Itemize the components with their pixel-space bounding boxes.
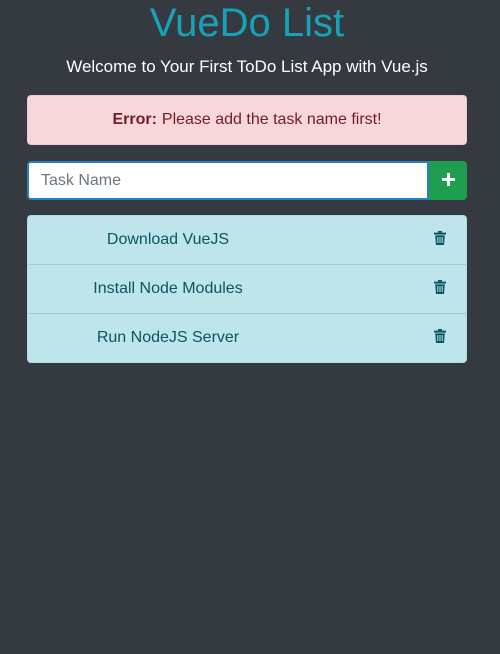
trash-icon	[434, 328, 446, 348]
task-item: Run NodeJS Server	[28, 314, 466, 362]
task-list: Download VueJS Install Node Modules Run …	[27, 215, 467, 363]
error-alert-message: Please add the task name first!	[161, 111, 382, 128]
delete-task-button[interactable]	[431, 328, 449, 348]
error-alert: Error: Please add the task name first!	[27, 95, 467, 145]
trash-icon	[434, 230, 446, 250]
app-container: VueDo List Welcome to Your First ToDo Li…	[0, 0, 494, 654]
error-alert-prefix: Error:	[112, 111, 157, 128]
task-label: Run NodeJS Server	[96, 329, 240, 346]
delete-task-button[interactable]	[431, 279, 449, 299]
add-task-form	[27, 161, 467, 200]
plus-icon	[441, 172, 455, 189]
add-task-button[interactable]	[429, 161, 467, 200]
trash-icon	[434, 279, 446, 299]
task-name-input[interactable]	[27, 161, 429, 200]
page-subtitle: Welcome to Your First ToDo List App with…	[66, 57, 428, 76]
page-title: VueDo List	[149, 1, 345, 45]
task-item: Download VueJS	[28, 216, 466, 265]
task-label: Download VueJS	[106, 231, 230, 248]
task-label: Install Node Modules	[93, 280, 243, 297]
task-item: Install Node Modules	[28, 265, 466, 314]
delete-task-button[interactable]	[431, 230, 449, 250]
